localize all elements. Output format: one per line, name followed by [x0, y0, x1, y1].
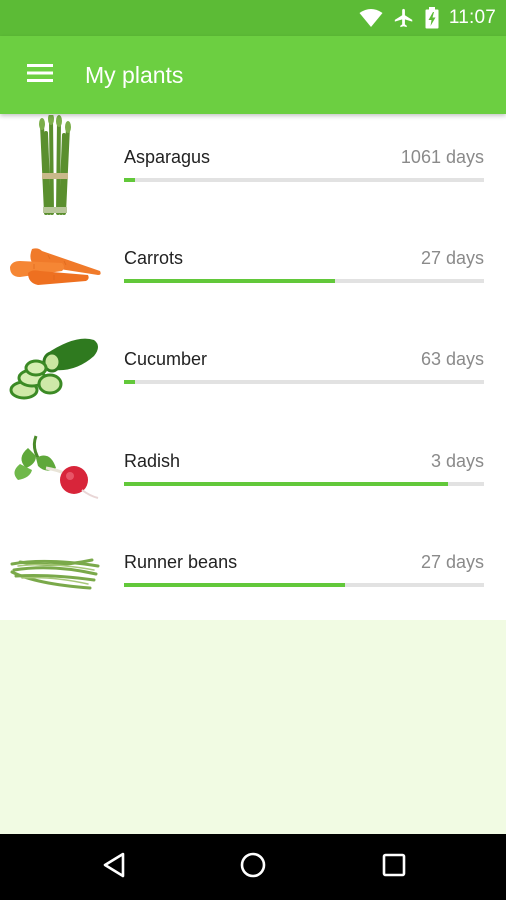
- wifi-icon: [359, 8, 383, 28]
- plant-name: Cucumber: [124, 349, 208, 370]
- hamburger-menu-icon: [26, 62, 54, 89]
- asparagus-image: [0, 114, 108, 215]
- plant-list: Asparagus 1061 days Carrots 27 days Cucu…: [0, 114, 506, 620]
- runner-beans-image: [0, 519, 108, 620]
- navigation-bar: [0, 834, 506, 900]
- plant-name: Asparagus: [124, 147, 211, 167]
- back-icon: [101, 851, 127, 884]
- status-icons: 11:07: [359, 6, 496, 30]
- plant-row-cucumber[interactable]: Cucumber 63 days: [0, 316, 506, 417]
- progress-track: [124, 481, 484, 486]
- back-button[interactable]: [97, 850, 131, 884]
- carrots-image: [0, 215, 108, 316]
- plant-row-carrots[interactable]: Carrots 27 days: [0, 215, 506, 316]
- menu-button[interactable]: [20, 58, 60, 92]
- plant-name: Carrots: [124, 248, 184, 269]
- progress-track: [124, 582, 484, 587]
- airplane-mode-icon: [393, 7, 415, 29]
- progress-fill: [124, 582, 346, 587]
- progress-fill: [124, 380, 135, 385]
- recents-button[interactable]: [377, 850, 411, 884]
- battery-charging-icon: [425, 7, 439, 29]
- progress-fill: [124, 279, 335, 284]
- page-title: My plants: [85, 62, 184, 88]
- radish-image: [0, 418, 108, 519]
- plant-name: Runner beans: [124, 551, 238, 572]
- progress-track: [124, 279, 484, 284]
- home-icon: [239, 851, 267, 884]
- plant-row-asparagus[interactable]: Asparagus 1061 days: [0, 114, 506, 215]
- plant-days: 27 days: [420, 551, 484, 572]
- recents-icon: [381, 852, 407, 883]
- cucumber-image: [0, 316, 108, 417]
- progress-fill: [124, 481, 448, 486]
- app-screen: 11:07 My plants Asparagus 1061 days Carr…: [0, 0, 506, 900]
- plant-days: 63 days: [420, 349, 484, 370]
- progress-track: [124, 178, 484, 182]
- progress-track: [124, 380, 484, 385]
- plant-row-runner-beans[interactable]: Runner beans 27 days: [0, 519, 506, 620]
- plant-days: 1061 days: [400, 147, 484, 167]
- app-toolbar: My plants: [0, 36, 506, 114]
- status-time: 11:07: [448, 7, 496, 28]
- plant-days: 3 days: [430, 450, 484, 471]
- plant-name: Radish: [124, 450, 181, 471]
- status-bar: 11:07: [0, 0, 506, 36]
- progress-fill: [124, 178, 135, 182]
- home-button[interactable]: [236, 850, 270, 884]
- plant-days: 27 days: [420, 248, 484, 269]
- plant-row-radish[interactable]: Radish 3 days: [0, 418, 506, 519]
